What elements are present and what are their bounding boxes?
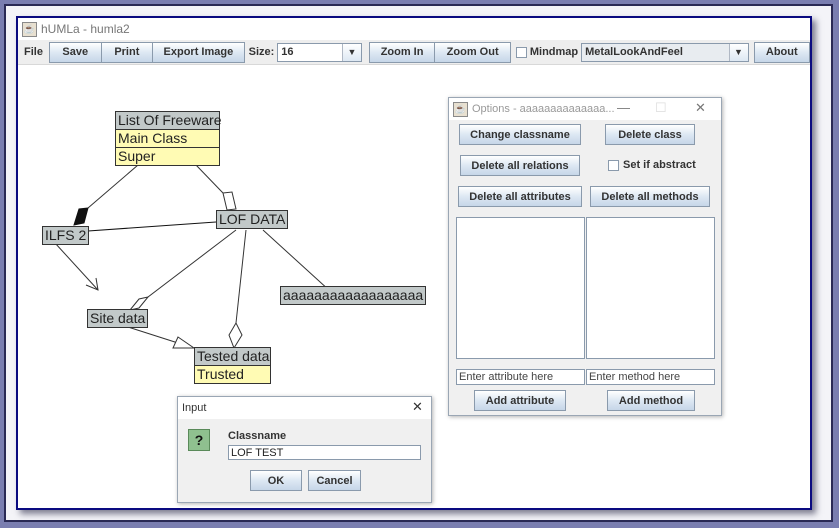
set-abstract-label: Set if abstract	[623, 159, 696, 171]
relation-line	[195, 164, 224, 194]
aggregation-diamond	[222, 191, 237, 211]
size-label: Size:	[248, 46, 275, 58]
generalization-triangle	[172, 336, 196, 349]
aggregation-diamond	[228, 321, 243, 350]
delete-all-relations-button[interactable]: Delete all relations	[460, 155, 580, 176]
file-menu[interactable]: File	[18, 46, 49, 58]
relation-line	[235, 229, 247, 324]
save-button[interactable]: Save	[48, 41, 102, 63]
cancel-button[interactable]: Cancel	[308, 470, 361, 491]
input-title: Input	[182, 402, 207, 414]
question-icon: ?	[188, 429, 210, 451]
class-name: ILFS 2	[43, 227, 89, 244]
classname-label: Classname	[228, 430, 287, 442]
print-button[interactable]: Print	[101, 41, 154, 63]
input-titlebar[interactable]: Input ✕	[178, 397, 431, 419]
delete-class-button[interactable]: Delete class	[605, 124, 695, 145]
relation-line	[262, 229, 331, 292]
classname-input[interactable]: LOF TEST	[228, 445, 421, 460]
options-titlebar[interactable]: ☕ Options - aaaaaaaaaaaaaa... — ☐ ✕	[449, 98, 721, 120]
change-classname-button[interactable]: Change classname	[459, 124, 581, 145]
maximize-icon: ☐	[655, 100, 667, 115]
attribute-input[interactable]: Enter attribute here	[456, 369, 585, 385]
close-icon[interactable]: ✕	[695, 100, 706, 116]
java-icon: ☕	[453, 101, 468, 117]
class-attribute: Super	[116, 147, 219, 165]
relation-line	[54, 242, 99, 291]
relation-line	[87, 164, 139, 209]
methods-list[interactable]	[586, 217, 715, 359]
mindmap-label: Mindmap	[529, 46, 579, 58]
class-name: LOF DATA	[217, 211, 288, 228]
class-name: aaaaaaaaaaaaaaaaaa	[281, 287, 426, 304]
class-box[interactable]: ILFS 2	[42, 226, 90, 245]
class-attribute: Trusted	[195, 365, 270, 383]
close-icon[interactable]: ✕	[412, 399, 423, 415]
attributes-list[interactable]	[456, 217, 585, 359]
ok-button[interactable]: OK	[250, 470, 302, 491]
composition-diamond	[73, 207, 89, 226]
class-box[interactable]: aaaaaaaaaaaaaaaaaa	[280, 286, 427, 305]
toolbar: File Save Print Export Image Size: 16 ▼ …	[18, 40, 810, 65]
add-method-button[interactable]: Add method	[607, 390, 695, 411]
mindmap-checkbox[interactable]	[516, 46, 527, 58]
class-attribute: Main Class	[116, 129, 219, 147]
zoom-out-button[interactable]: Zoom Out	[435, 41, 512, 63]
relation-line	[87, 221, 217, 232]
class-box[interactable]: LOF DATA	[216, 210, 289, 229]
set-abstract-option[interactable]: Set if abstract	[608, 159, 696, 171]
class-box[interactable]: Tested data Trusted	[194, 347, 271, 384]
java-icon: ☕	[22, 21, 37, 37]
chevron-down-icon[interactable]: ▼	[341, 43, 361, 61]
about-button[interactable]: About	[753, 41, 810, 63]
app-titlebar: ☕ hUMLa - humla2	[18, 18, 810, 40]
export-image-button[interactable]: Export Image	[153, 41, 245, 63]
look-and-feel-value: MetalLookAndFeel	[585, 46, 683, 58]
relation-line	[147, 229, 237, 298]
options-title: Options - aaaaaaaaaaaaaa...	[472, 103, 615, 115]
delete-all-attributes-button[interactable]: Delete all attributes	[458, 186, 582, 207]
set-abstract-checkbox[interactable]	[608, 159, 619, 171]
look-and-feel-select[interactable]: MetalLookAndFeel ▼	[581, 42, 749, 62]
minimize-icon[interactable]: —	[617, 100, 630, 115]
class-name: Site data	[88, 310, 148, 327]
chevron-down-icon[interactable]: ▼	[728, 43, 748, 61]
app-title: hUMLa - humla2	[41, 22, 130, 36]
class-box[interactable]: List Of Freeware Main Class Super	[115, 111, 222, 166]
class-name: List Of Freeware	[116, 112, 222, 129]
add-attribute-button[interactable]: Add attribute	[474, 390, 566, 411]
class-box[interactable]: Site data	[87, 309, 149, 328]
zoom-in-button[interactable]: Zoom In	[368, 41, 436, 63]
size-select[interactable]: 16 ▼	[277, 42, 362, 62]
options-dialog: ☕ Options - aaaaaaaaaaaaaa... — ☐ ✕ Chan…	[448, 97, 722, 416]
size-value: 16	[281, 46, 294, 58]
relation-line	[127, 326, 179, 344]
method-input[interactable]: Enter method here	[586, 369, 715, 385]
class-name: Tested data	[195, 348, 270, 365]
input-dialog: Input ✕ ? Classname LOF TEST OK Cancel	[177, 396, 432, 503]
delete-all-methods-button[interactable]: Delete all methods	[590, 186, 710, 207]
